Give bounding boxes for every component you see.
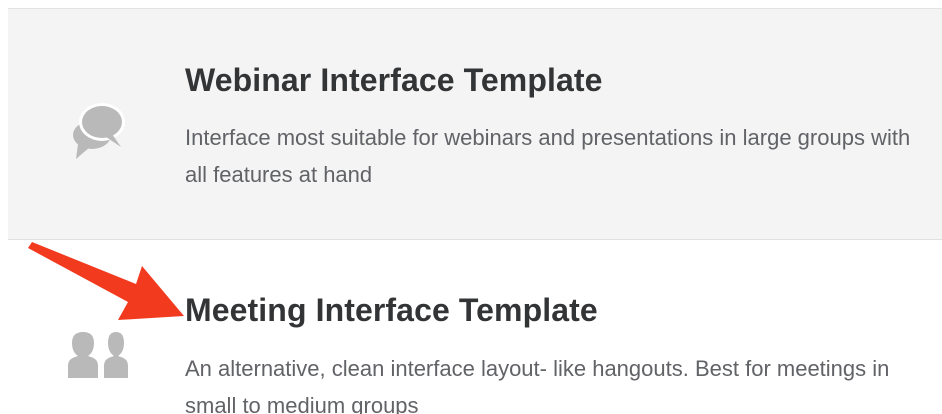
people-icon	[66, 329, 128, 378]
option-title: Webinar Interface Template	[185, 62, 603, 98]
template-selection-panel: Webinar Interface Template Interface mos…	[0, 0, 942, 414]
option-description: Interface most suitable for webinars and…	[185, 125, 911, 187]
option-title: Meeting Interface Template	[185, 292, 598, 328]
pointer-arrow-icon	[28, 242, 184, 320]
option-description: An alternative, clean interface layout- …	[185, 356, 890, 414]
webinar-template-option[interactable]: Webinar Interface Template Interface mos…	[8, 8, 942, 240]
chat-bubbles-icon	[73, 103, 125, 159]
